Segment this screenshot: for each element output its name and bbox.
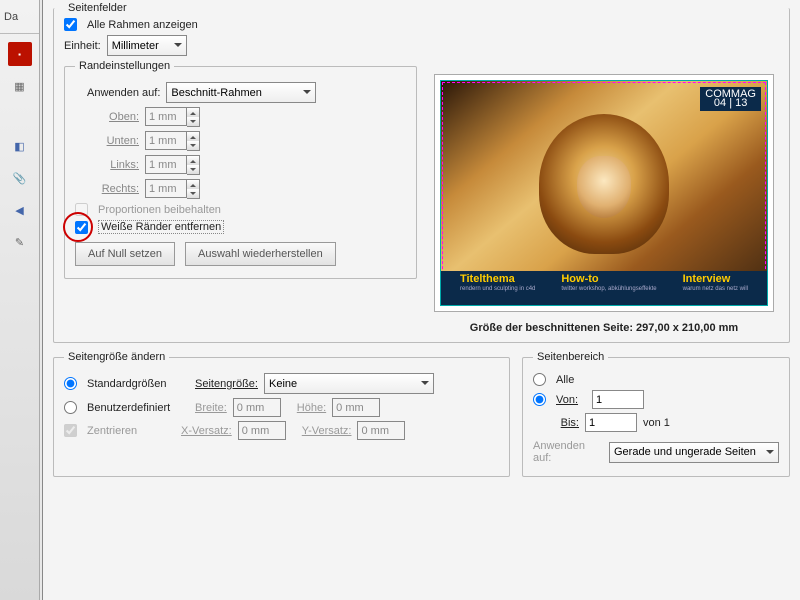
seitenbereich-legend: Seitenbereich [533,351,608,363]
rechts-label: Rechts: [87,183,139,195]
einheit-select[interactable]: Millimeter [107,35,187,56]
yversatz-input [357,421,405,440]
proportionen-checkbox [75,203,88,216]
von-total-label: von 1 [643,417,670,429]
range-anwenden-select[interactable]: Gerade und ungerade Seiten [609,442,779,463]
seitenfelder-group: Seitenfelder Alle Rahmen anzeigen Einhei… [53,2,790,343]
unten-spinner[interactable] [187,131,200,151]
benutzer-radio[interactable] [64,401,77,414]
alle-label: Alle [556,374,574,386]
links-input[interactable] [145,155,187,174]
tab-label: Da [0,0,39,34]
xversatz-label: X-Versatz: [181,425,232,437]
unten-label: Unten: [87,135,139,147]
alle-rahmen-label: Alle Rahmen anzeigen [87,19,198,31]
alle-rahmen-checkbox[interactable] [64,18,77,31]
weisse-raender-label: Weiße Ränder entfernen [98,220,224,234]
zentrieren-checkbox [64,424,77,437]
anwenden-label: Anwenden auf: [87,87,160,99]
preview-badge: COMMAG04 | 13 [700,87,761,111]
page-preview: COMMAG04 | 13 Titelthemarendern und scul… [434,74,774,312]
pagesize-group: Seitengröße ändern Standardgrößen Seiten… [53,351,510,477]
hoehe-input [332,398,380,417]
bis-input[interactable] [585,413,637,432]
unten-input[interactable] [145,131,187,150]
crop-dialog: Seitenfelder Alle Rahmen anzeigen Einhei… [42,0,800,600]
weisse-raender-checkbox[interactable] [75,221,88,234]
pagesize-legend: Seitengröße ändern [64,351,169,363]
left-toolbar: Da ▪ ▦ ◧ 📎 ◀ ✎ [0,0,40,600]
signature-icon[interactable]: ✎ [8,230,32,254]
seitenbereich-group: Seitenbereich Alle Von: Bis: von 1 Anwen… [522,351,790,477]
hoehe-label: Höhe: [297,402,326,414]
bookmark-icon[interactable]: ◧ [8,134,32,158]
preview-thumb: COMMAG04 | 13 Titelthemarendern und scul… [440,80,768,306]
oben-label: Oben: [87,111,139,123]
links-label: Links: [87,159,139,171]
rand-group: Randeinstellungen Anwenden auf: Beschnit… [64,60,417,279]
bis-label: Bis: [551,417,579,429]
anwenden-select[interactable]: Beschnitt-Rahmen [166,82,316,103]
zentrieren-label: Zentrieren [87,425,175,437]
oben-spinner[interactable] [187,107,200,127]
standard-label: Standardgrößen [87,378,189,390]
breite-input [233,398,281,417]
range-anwenden-label: Anwenden auf: [533,440,603,464]
cropped-size-label: Größe der beschnittenen Seite: 297,00 x … [470,322,738,334]
seitengroesse-label: Seitengröße: [195,378,258,390]
einheit-label: Einheit: [64,40,101,52]
von-label: Von: [556,394,586,406]
yversatz-label: Y-Versatz: [302,425,352,437]
links-spinner[interactable] [187,155,200,175]
pdf-tab-icon[interactable]: ▪ [8,42,32,66]
rand-legend: Randeinstellungen [75,60,174,72]
von-input[interactable] [592,390,644,409]
null-setzen-button[interactable]: Auf Null setzen [75,242,175,266]
seitengroesse-select[interactable]: Keine [264,373,434,394]
von-radio[interactable] [533,393,546,406]
alle-radio[interactable] [533,373,546,386]
attachment-icon[interactable]: 📎 [8,166,32,190]
rechts-spinner[interactable] [187,179,200,199]
nav-icon[interactable]: ◀ [8,198,32,222]
rechts-input[interactable] [145,179,187,198]
benutzer-label: Benutzerdefiniert [87,402,189,414]
oben-input[interactable] [145,107,187,126]
breite-label: Breite: [195,402,227,414]
xversatz-input [238,421,286,440]
seitenfelder-legend: Seitenfelder [64,2,131,14]
page-thumb-icon[interactable]: ▦ [8,74,32,98]
proportionen-label: Proportionen beibehalten [98,204,221,216]
preview-strip: Titelthemarendern und sculpting in c4d H… [441,271,767,305]
standard-radio[interactable] [64,377,77,390]
wiederherstellen-button[interactable]: Auswahl wiederherstellen [185,242,336,266]
